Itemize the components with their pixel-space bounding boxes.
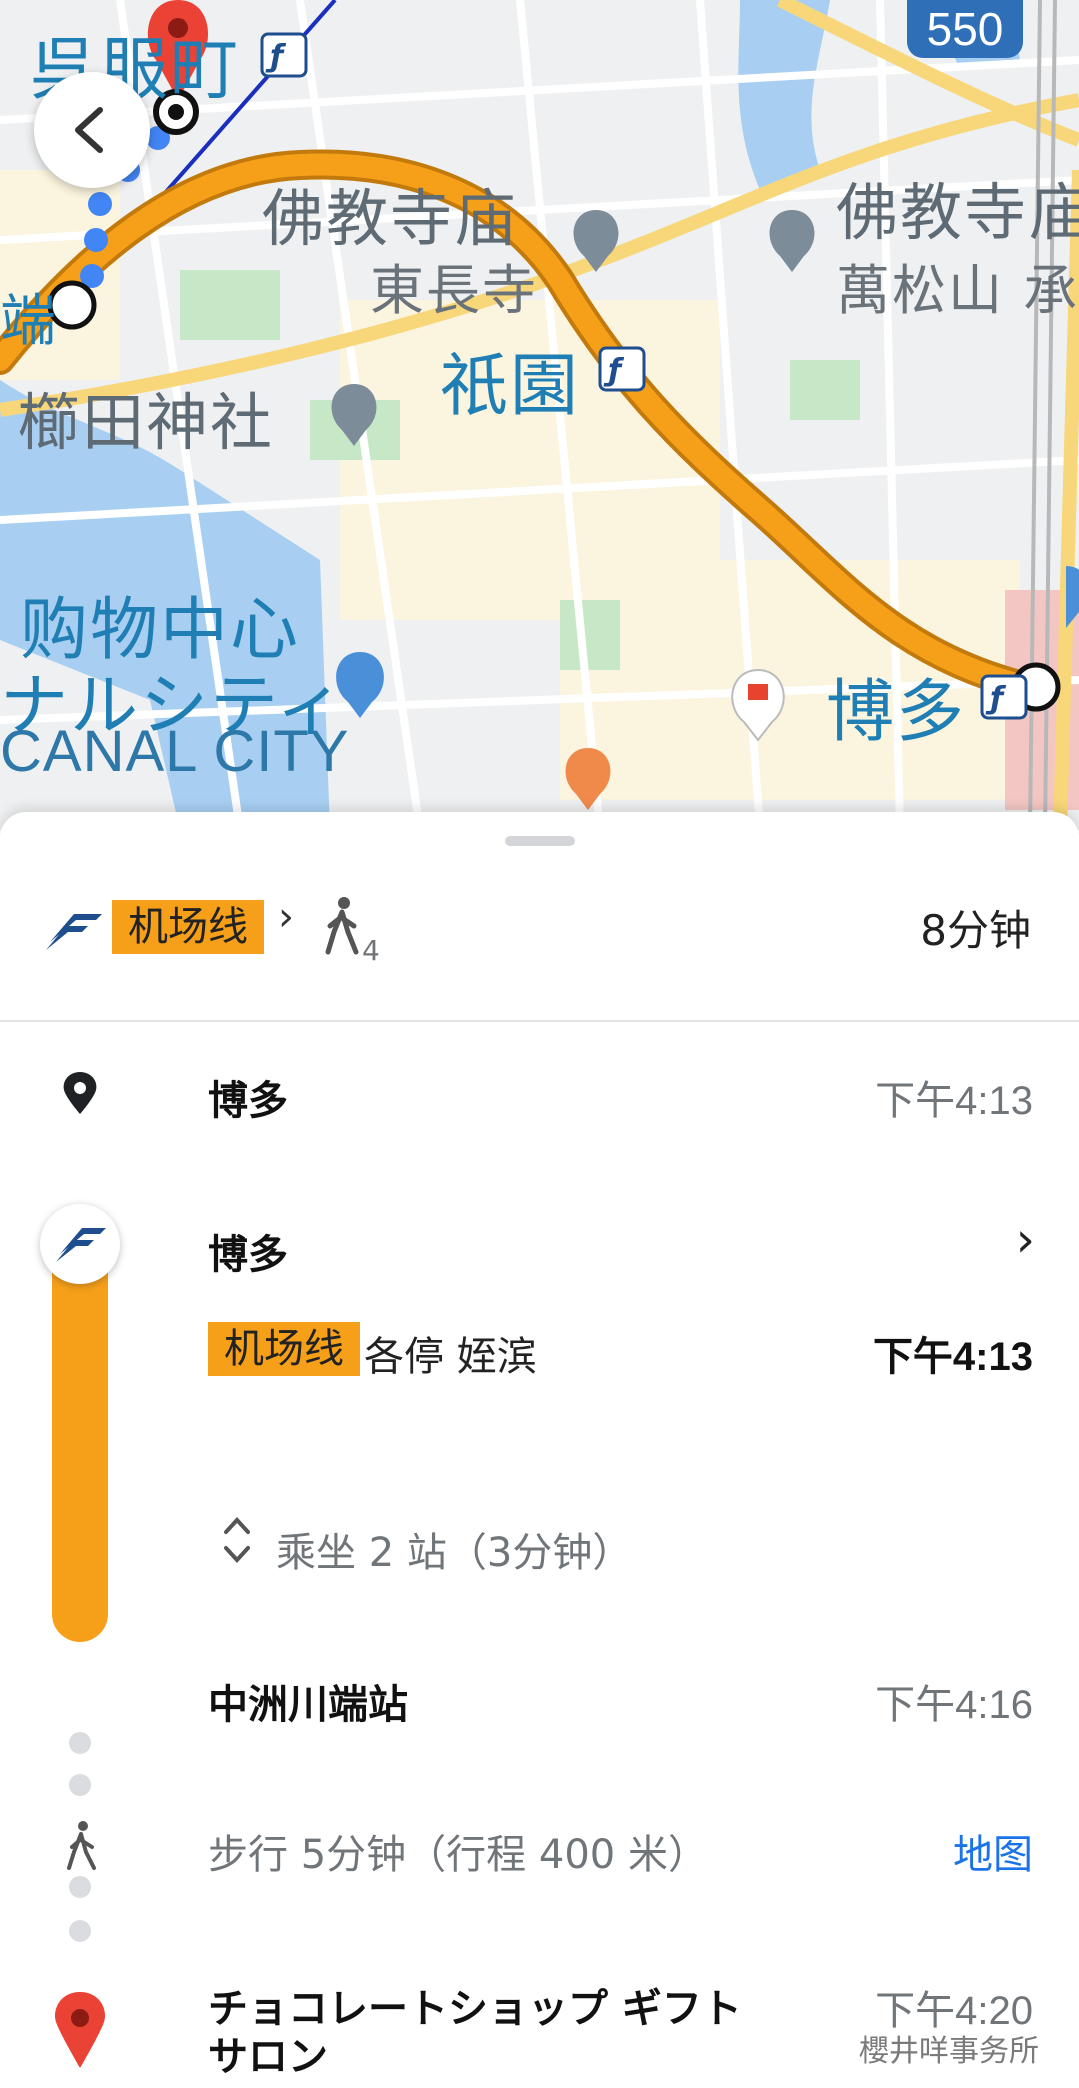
map-label-buddhist-temple: 佛教寺庙 bbox=[262, 182, 519, 255]
back-button[interactable] bbox=[34, 72, 150, 188]
chevron-right-icon: › bbox=[278, 894, 294, 940]
board-station[interactable]: 博多 bbox=[208, 1222, 288, 1280]
chevron-right-icon[interactable]: › bbox=[1016, 1212, 1035, 1268]
alight-time: 下午4:16 bbox=[875, 1683, 1033, 1727]
watermark: 櫻井咩事务所 bbox=[859, 2034, 1039, 2069]
depart-time: 下午4:13 bbox=[872, 1335, 1033, 1379]
line-badge: 机场线 bbox=[112, 900, 264, 954]
directions-sheet: 机场线 › 4 8分钟 博多 下午4:13 博多 › 机场线 各停 姪滨 下午4… bbox=[0, 812, 1079, 2088]
map-label-buddhist-temple-2: 佛教寺庙 bbox=[836, 176, 1079, 249]
map-label-tochoji: 東長寺 bbox=[370, 259, 538, 322]
destination-pin-icon bbox=[55, 1992, 105, 2068]
total-duration: 8分钟 bbox=[920, 906, 1031, 955]
location-pin-icon bbox=[63, 1072, 97, 1114]
walk-dot bbox=[69, 1774, 91, 1796]
alight-station: 中洲川端站 bbox=[208, 1682, 408, 1728]
chevron-left-icon bbox=[75, 107, 103, 153]
map-view[interactable]: ƒ ƒ ƒ 呉服町 佛教寺庙 東長寺 佛教寺庙 萬松山 承 祇園 櫛田神社 购物… bbox=[0, 0, 1079, 830]
walk-dot bbox=[69, 1876, 91, 1898]
map-label-hakata: 博多 bbox=[826, 673, 967, 752]
subway-line-icon bbox=[46, 914, 102, 950]
map-label-canal-city: CANAL CITY bbox=[0, 719, 350, 784]
expand-icon[interactable] bbox=[222, 1512, 252, 1568]
destination-name-line2: サロン bbox=[208, 2034, 328, 2080]
alight-station-marker bbox=[64, 1680, 96, 1712]
walk-dot bbox=[69, 1732, 91, 1754]
board-station-marker bbox=[40, 1204, 120, 1284]
map-label-gion: 祇園 bbox=[440, 347, 581, 426]
walk-icon bbox=[67, 1821, 96, 1870]
walk-minutes: 4 bbox=[362, 934, 380, 967]
map-label-manshozan: 萬松山 承 bbox=[836, 259, 1079, 322]
map-link[interactable]: 地图 bbox=[953, 1822, 1033, 1880]
drag-handle[interactable] bbox=[505, 836, 575, 846]
start-place: 博多 bbox=[208, 1078, 288, 1124]
subway-line-icon bbox=[56, 1228, 106, 1262]
divider bbox=[0, 1020, 1079, 1022]
walk-dot bbox=[69, 1920, 91, 1942]
map-label-edge-fragment: 端 bbox=[0, 289, 58, 354]
route-shield: 550 bbox=[907, 0, 1023, 58]
start-time: 下午4:13 bbox=[875, 1079, 1033, 1123]
direction: 各停 姪滨 bbox=[364, 1334, 537, 1380]
map-label-kushida: 櫛田神社 bbox=[18, 386, 275, 459]
line-badge: 机场线 bbox=[208, 1322, 360, 1376]
route-summary[interactable]: 机场线 › 4 8分钟 bbox=[0, 872, 1079, 1002]
transit-rail bbox=[52, 1242, 108, 1642]
ride-info[interactable]: 乘坐 2 站（3分钟） bbox=[276, 1520, 632, 1578]
walk-info: 步行 5分钟（行程 400 米） bbox=[208, 1832, 708, 1878]
walk-icon bbox=[325, 897, 359, 955]
